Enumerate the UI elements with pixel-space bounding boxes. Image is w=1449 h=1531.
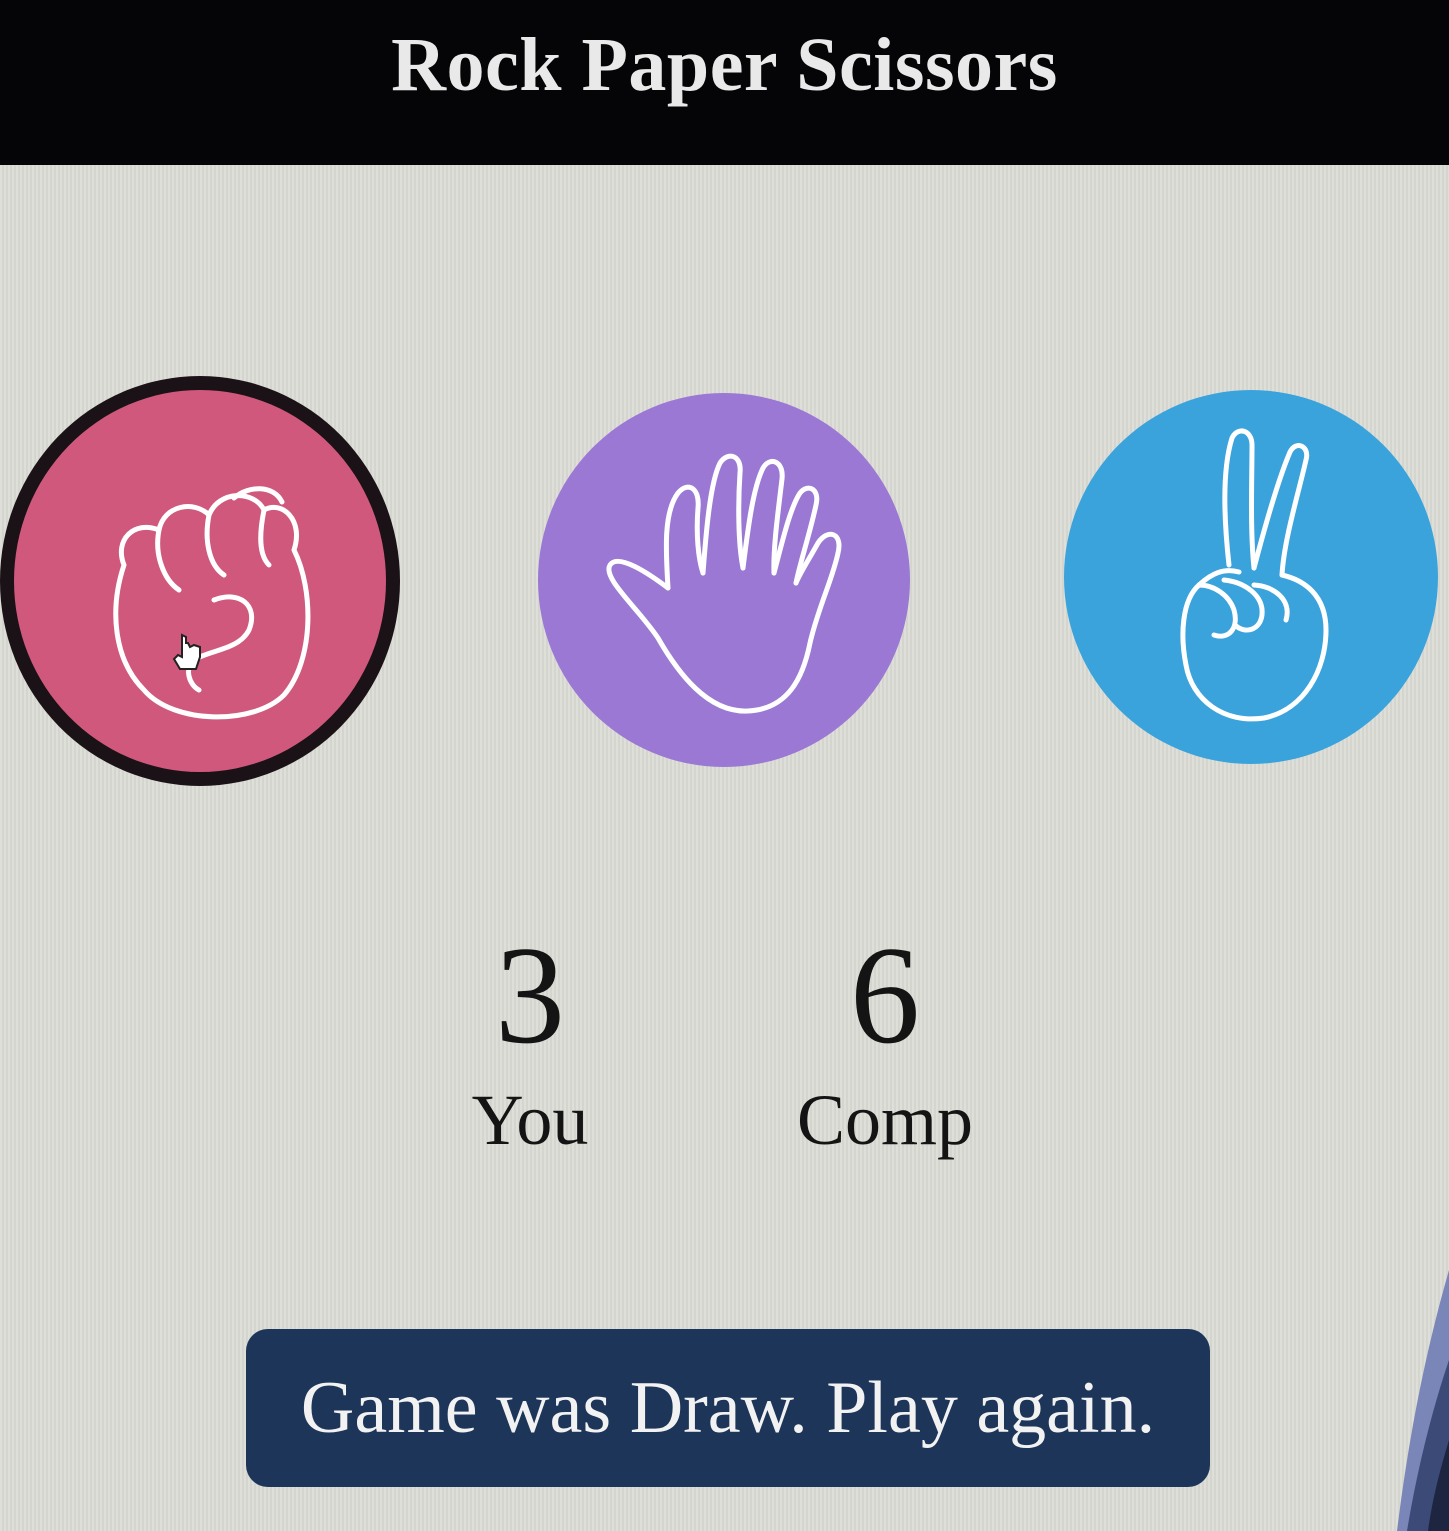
fist-icon [113,486,311,720]
page-title: Rock Paper Scissors [391,23,1058,107]
computer-score: 6 Comp [770,918,1000,1160]
game-page: Rock Paper Scissors 3 You 6 Comp Game wa… [0,0,1449,1531]
scissors-choice-button[interactable] [1064,390,1438,764]
computer-score-value: 6 [850,918,920,1073]
decorative-image-fragment [1392,1210,1449,1531]
player-score-value: 3 [495,918,565,1073]
rock-choice-button[interactable] [0,376,400,786]
result-message-button[interactable]: Game was Draw. Play again. [246,1329,1210,1487]
open-hand-icon [606,453,842,714]
player-score-label: You [471,1080,589,1160]
player-score: 3 You [440,918,620,1160]
computer-score-label: Comp [796,1080,974,1160]
peace-sign-icon [1180,428,1329,722]
header-bar: Rock Paper Scissors [0,0,1449,165]
paper-choice-button[interactable] [538,393,910,767]
